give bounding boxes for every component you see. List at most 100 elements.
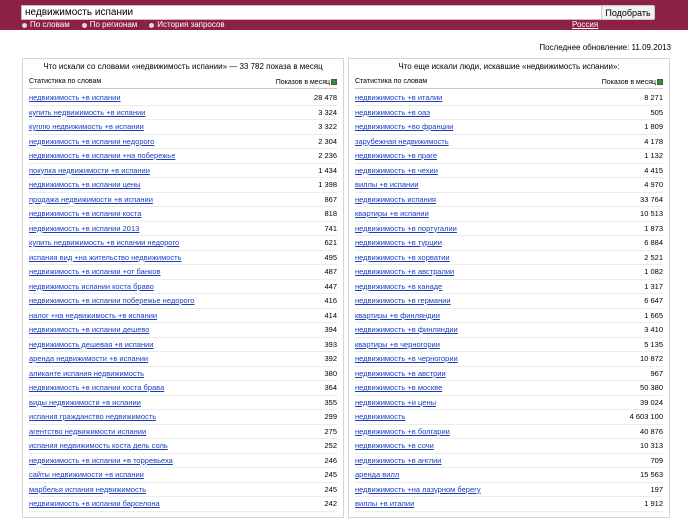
keyword-link[interactable]: недвижимость дешевая +в испании [29, 338, 154, 352]
impressions-count: 246 [324, 455, 337, 465]
excel-export-icon[interactable] [331, 79, 337, 85]
top-search-bar: Подобрать По словам По регионам История … [0, 0, 688, 30]
keyword-link[interactable]: недвижимость +в испании коста [29, 207, 141, 221]
keyword-link[interactable]: недвижимость +в испании коста брава [29, 381, 164, 395]
keyword-link[interactable]: недвижимость +в москве [355, 381, 442, 395]
keyword-link[interactable]: купить недвижимость +в испании [29, 106, 145, 120]
keyword-link[interactable]: недвижимость +в испании 2013 [29, 222, 139, 236]
keyword-link[interactable]: недвижимость +в чехии [355, 164, 438, 178]
keyword-link[interactable]: налог +на недвижимость +в испании [29, 309, 157, 323]
keyword-link[interactable]: продажа недвижимости +в испании [29, 193, 153, 207]
keyword-link[interactable]: недвижимость +в болгарии [355, 425, 450, 439]
keyword-link[interactable]: недвижимость +на лазурном берегу [355, 483, 481, 497]
radio-icon[interactable] [81, 22, 87, 28]
column-header-label: Показов в месяц [601, 78, 656, 86]
excel-export-icon[interactable] [657, 79, 663, 85]
keyword-link[interactable]: недвижимость +в оаэ [355, 106, 430, 120]
keyword-link[interactable]: испания вид +на жительство недвижимость [29, 251, 182, 265]
table-row: недвижимость +в финляндии 3 410 [355, 323, 663, 338]
keyword-link[interactable]: недвижимость испании коста браво [29, 280, 154, 294]
table-row: недвижимость +в сочи 10 313 [355, 439, 663, 454]
column-header-impressions: Показов в месяц [602, 76, 663, 88]
impressions-count: 4 603 100 [629, 412, 663, 421]
mode-history[interactable]: История запросов [149, 20, 225, 30]
keyword-link[interactable]: виды недвижимости +в испании [29, 396, 141, 410]
keyword-link[interactable]: недвижимость +в испании цены [29, 178, 141, 192]
table-row: испания гражданство недвижимость 299 [29, 410, 337, 425]
impressions-count: 3 410 [644, 325, 663, 334]
keyword-link[interactable]: недвижимость +в испании недорого [29, 135, 154, 149]
impressions-count: 1 398 [318, 180, 337, 189]
radio-selected-icon[interactable] [22, 22, 27, 28]
impressions-count: 967 [650, 368, 663, 378]
keyword-link[interactable]: аликанте испания недвижимость [29, 367, 144, 381]
keyword-link[interactable]: агентство недвижимости испании [29, 425, 146, 439]
search-input[interactable] [21, 5, 602, 20]
table-row: покупка недвижимости +в испании 1 434 [29, 164, 337, 178]
keyword-link[interactable]: недвижимость +в черногории [355, 352, 458, 366]
keyword-link[interactable]: недвижимость +в италии [355, 91, 442, 105]
mode-by-regions[interactable]: По регионам [81, 20, 138, 30]
keyword-link[interactable]: недвижимость +в испании +в торревьеха [29, 454, 173, 468]
keyword-link[interactable]: купить недвижимость +в испании недорого [29, 236, 179, 250]
keyword-link[interactable]: зарубежная недвижимость [355, 135, 449, 149]
keyword-link[interactable]: недвижимость +в канаде [355, 280, 442, 294]
keyword-link[interactable]: сайты недвижимости +в испании [29, 468, 144, 482]
keyword-link[interactable]: аренда вилл [355, 468, 399, 482]
keyword-link[interactable]: недвижимость +во франции [355, 120, 453, 134]
keyword-link[interactable]: недвижимость +в португалии [355, 222, 457, 236]
impressions-count: 10 513 [640, 209, 663, 218]
impressions-count: 8 271 [644, 93, 663, 102]
table-row: купить недвижимость +в испании 3 324 [29, 106, 337, 120]
table-row: недвижимость +в канаде 1 317 [355, 280, 663, 294]
keyword-link[interactable]: недвижимость +в финляндии [355, 323, 458, 337]
table-row: недвижимость +в испании недорого 2 304 [29, 135, 337, 149]
keyword-link[interactable]: недвижимость +в хорватии [355, 251, 450, 265]
table-row: недвижимость +в турции 6 884 [355, 236, 663, 251]
search-button[interactable]: Подобрать [601, 5, 655, 20]
impressions-count: 867 [324, 194, 337, 204]
keyword-link[interactable]: недвижимость +в испании побережье недоро… [29, 294, 194, 308]
keyword-link[interactable]: недвижимость +в турции [355, 236, 442, 250]
keyword-link[interactable]: куплю недвижимость +в испании [29, 120, 144, 134]
keyword-link[interactable]: аренда недвижимости +в испании [29, 352, 148, 366]
keyword-link[interactable]: виллы +в италии [355, 497, 414, 511]
region-link[interactable]: Россия [572, 20, 598, 30]
keyword-link[interactable]: недвижимость +в испании [29, 91, 121, 105]
keyword-link[interactable]: недвижимость +в испании +от банков [29, 265, 161, 279]
keyword-link[interactable]: марбелья испания недвижимость [29, 483, 146, 497]
keyword-link[interactable]: недвижимость +в сочи [355, 439, 434, 453]
keyword-link[interactable]: квартиры +в испании [355, 207, 429, 221]
keyword-link[interactable]: квартиры +в черногории [355, 338, 440, 352]
keyword-link[interactable]: недвижимость +и цены [355, 396, 436, 410]
mode-label: По регионам [89, 20, 138, 29]
table-row: недвижимость дешевая +в испании 393 [29, 338, 337, 352]
keyword-link[interactable]: недвижимость +в испании барселона [29, 497, 160, 511]
radio-icon[interactable] [149, 22, 155, 28]
impressions-count: 252 [324, 441, 337, 450]
table-row: аренда недвижимости +в испании 392 [29, 352, 337, 367]
table-row: недвижимость +в испании +на побережье 2 2… [29, 149, 337, 164]
keyword-link[interactable]: недвижимость +в англии [355, 454, 442, 468]
keyword-link[interactable]: квартиры +в финляндии [355, 309, 440, 323]
keyword-link[interactable]: недвижимость [355, 410, 405, 424]
keyword-link[interactable]: недвижимость +в праге [355, 149, 437, 163]
table-row: недвижимость +в англии 709 [355, 454, 663, 468]
mode-by-words[interactable]: По словам [22, 20, 70, 30]
keyword-link[interactable]: недвижимость испания [355, 193, 436, 207]
keyword-link[interactable]: недвижимость +в германии [355, 294, 451, 308]
impressions-count: 1 873 [644, 223, 663, 233]
keyword-link[interactable]: испания гражданство недвижимость [29, 410, 156, 424]
impressions-count: 197 [650, 484, 663, 494]
impressions-count: 10 313 [640, 441, 663, 450]
table-row: недвижимость +в москве 50 380 [355, 381, 663, 396]
keyword-link[interactable]: испания недвижимость коста дель соль [29, 439, 168, 453]
table-row: недвижимость испания 33 764 [355, 193, 663, 207]
keyword-link[interactable]: недвижимость +в испании +на побережье [29, 149, 175, 163]
keyword-link[interactable]: недвижимость +в австрии [355, 367, 446, 381]
keyword-link[interactable]: недвижимость +в испании дешево [29, 323, 149, 337]
keyword-link[interactable]: покупка недвижимости +в испании [29, 164, 150, 178]
keyword-link[interactable]: виллы +в испании [355, 178, 419, 192]
keyword-link[interactable]: недвижимость +в австралии [355, 265, 454, 279]
impressions-count: 1 912 [644, 499, 663, 508]
